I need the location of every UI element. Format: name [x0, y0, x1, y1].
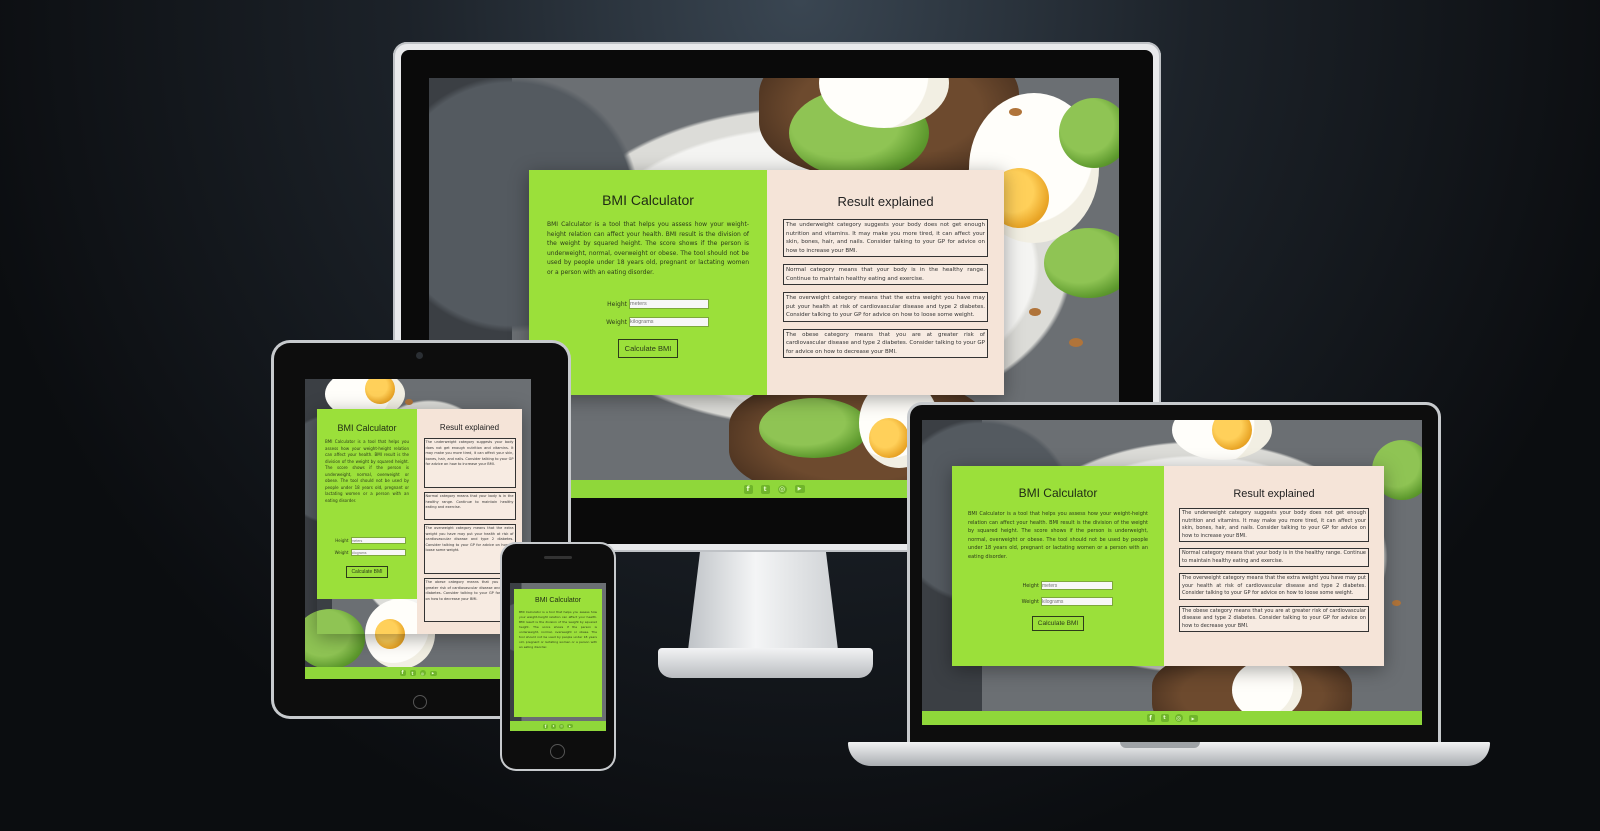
tablet-weight-input[interactable] — [350, 549, 406, 556]
calculate-bmi-button[interactable]: Calculate BMI — [617, 339, 679, 358]
laptop-result-obese: The obese category means that you are at… — [1179, 605, 1369, 632]
laptop-weight-input[interactable] — [1041, 597, 1113, 606]
result-panel: Result explained The underweight categor… — [767, 170, 1004, 395]
laptop-calculate-button[interactable]: Calculate BMI — [1031, 616, 1085, 631]
phone-screen: BMI Calculator BMI Calculator is a tool … — [510, 583, 606, 731]
result-title: Result explained — [837, 194, 934, 209]
laptop-result-panel: Result explained The underweight categor… — [1164, 466, 1384, 666]
tablet-height-input[interactable] — [350, 537, 406, 544]
tablet-screen: BMI Calculator BMI Calculator is a tool … — [305, 379, 531, 679]
laptop-facebook-icon[interactable]: f — [1146, 714, 1155, 722]
tablet-instagram-icon[interactable]: ◎ — [419, 670, 426, 676]
desktop-bmi-card: BMI Calculator BMI Calculator is a tool … — [529, 170, 1004, 395]
laptop-instagram-icon[interactable]: ◎ — [1174, 714, 1183, 722]
tablet-facebook-icon[interactable]: f — [399, 670, 406, 676]
laptop-result-title: Result explained — [1233, 488, 1315, 500]
laptop-height-label: Height — [1022, 582, 1039, 589]
tablet-twitter-icon[interactable]: t — [409, 670, 416, 676]
phone-facebook-icon[interactable]: f — [543, 723, 548, 729]
result-overweight: The overweight category means that the e… — [783, 292, 988, 322]
laptop-height-input[interactable] — [1041, 581, 1113, 590]
tablet-result-underweight: The underweight category suggests your b… — [423, 438, 516, 488]
laptop-screen: BMI Calculator BMI Calculator is a tool … — [922, 420, 1422, 725]
youtube-icon[interactable]: ▶ — [794, 485, 805, 493]
result-normal: Normal category means that your body is … — [783, 264, 988, 285]
tablet-result-normal: Normal category means that your body is … — [423, 492, 516, 520]
phone-instagram-icon[interactable]: ◎ — [559, 723, 564, 729]
height-input[interactable] — [629, 299, 709, 309]
phone-youtube-icon[interactable]: ▶ — [567, 724, 573, 728]
calculator-title: BMI Calculator — [602, 192, 694, 208]
phone-home-button[interactable] — [550, 744, 565, 759]
phone-speaker — [544, 556, 572, 559]
laptop-bmi-card: BMI Calculator BMI Calculator is a tool … — [952, 466, 1384, 666]
laptop-calculator-panel: BMI Calculator BMI Calculator is a tool … — [952, 466, 1164, 666]
calculator-description: BMI Calculator is a tool that helps you … — [547, 221, 749, 276]
twitter-icon[interactable]: t — [760, 484, 770, 494]
tablet-result-title: Result explained — [439, 423, 500, 432]
tablet-calculator-panel: BMI Calculator BMI Calculator is a tool … — [317, 409, 417, 599]
tablet-calculator-title: BMI Calculator — [337, 423, 397, 433]
tablet-height-label: Height — [335, 538, 349, 543]
result-underweight: The underweight category suggests your b… — [783, 219, 988, 257]
phone-calculator-panel: BMI Calculator BMI Calculator is a tool … — [514, 589, 602, 717]
phone-calculator-title: BMI Calculator — [535, 597, 581, 604]
laptop-twitter-icon[interactable]: t — [1160, 714, 1169, 722]
tablet-calculator-description: BMI Calculator is a tool that helps you … — [325, 439, 409, 503]
desktop-stand-neck — [688, 552, 838, 650]
facebook-icon[interactable]: f — [743, 484, 753, 494]
weight-label: Weight — [606, 318, 627, 326]
tablet-calculate-button[interactable]: Calculate BMI — [346, 566, 388, 578]
phone-twitter-icon[interactable]: t — [551, 723, 556, 729]
weight-input[interactable] — [629, 317, 709, 327]
tablet-footer: f t ◎ ▶ — [305, 667, 531, 679]
height-label: Height — [607, 300, 627, 308]
phone-calculator-description: BMI Calculator is a tool that helps you … — [519, 610, 597, 649]
tablet-bmi-card: BMI Calculator BMI Calculator is a tool … — [317, 409, 522, 634]
tablet-youtube-icon[interactable]: ▶ — [429, 670, 437, 676]
laptop-footer: f t ◎ ▶ — [922, 711, 1422, 725]
laptop-calculator-description: BMI Calculator is a tool that helps you … — [968, 511, 1148, 560]
laptop-notch — [1120, 742, 1200, 748]
instagram-icon[interactable]: ◎ — [777, 484, 787, 494]
laptop-weight-label: Weight — [1021, 598, 1039, 605]
laptop-result-underweight: The underweight category suggests your b… — [1179, 508, 1369, 542]
laptop-result-overweight: The overweight category means that the e… — [1179, 573, 1369, 600]
result-obese: The obese category means that you are at… — [783, 328, 988, 358]
tablet-camera — [416, 352, 423, 359]
tablet-home-button[interactable] — [413, 695, 427, 709]
laptop-result-normal: Normal category means that your body is … — [1179, 548, 1369, 567]
phone-footer: f t ◎ ▶ — [510, 721, 606, 731]
desktop-stand-base — [658, 648, 873, 678]
laptop-calculator-title: BMI Calculator — [1018, 486, 1098, 500]
tablet-weight-label: Weight — [334, 550, 349, 555]
laptop-youtube-icon[interactable]: ▶ — [1188, 714, 1198, 722]
